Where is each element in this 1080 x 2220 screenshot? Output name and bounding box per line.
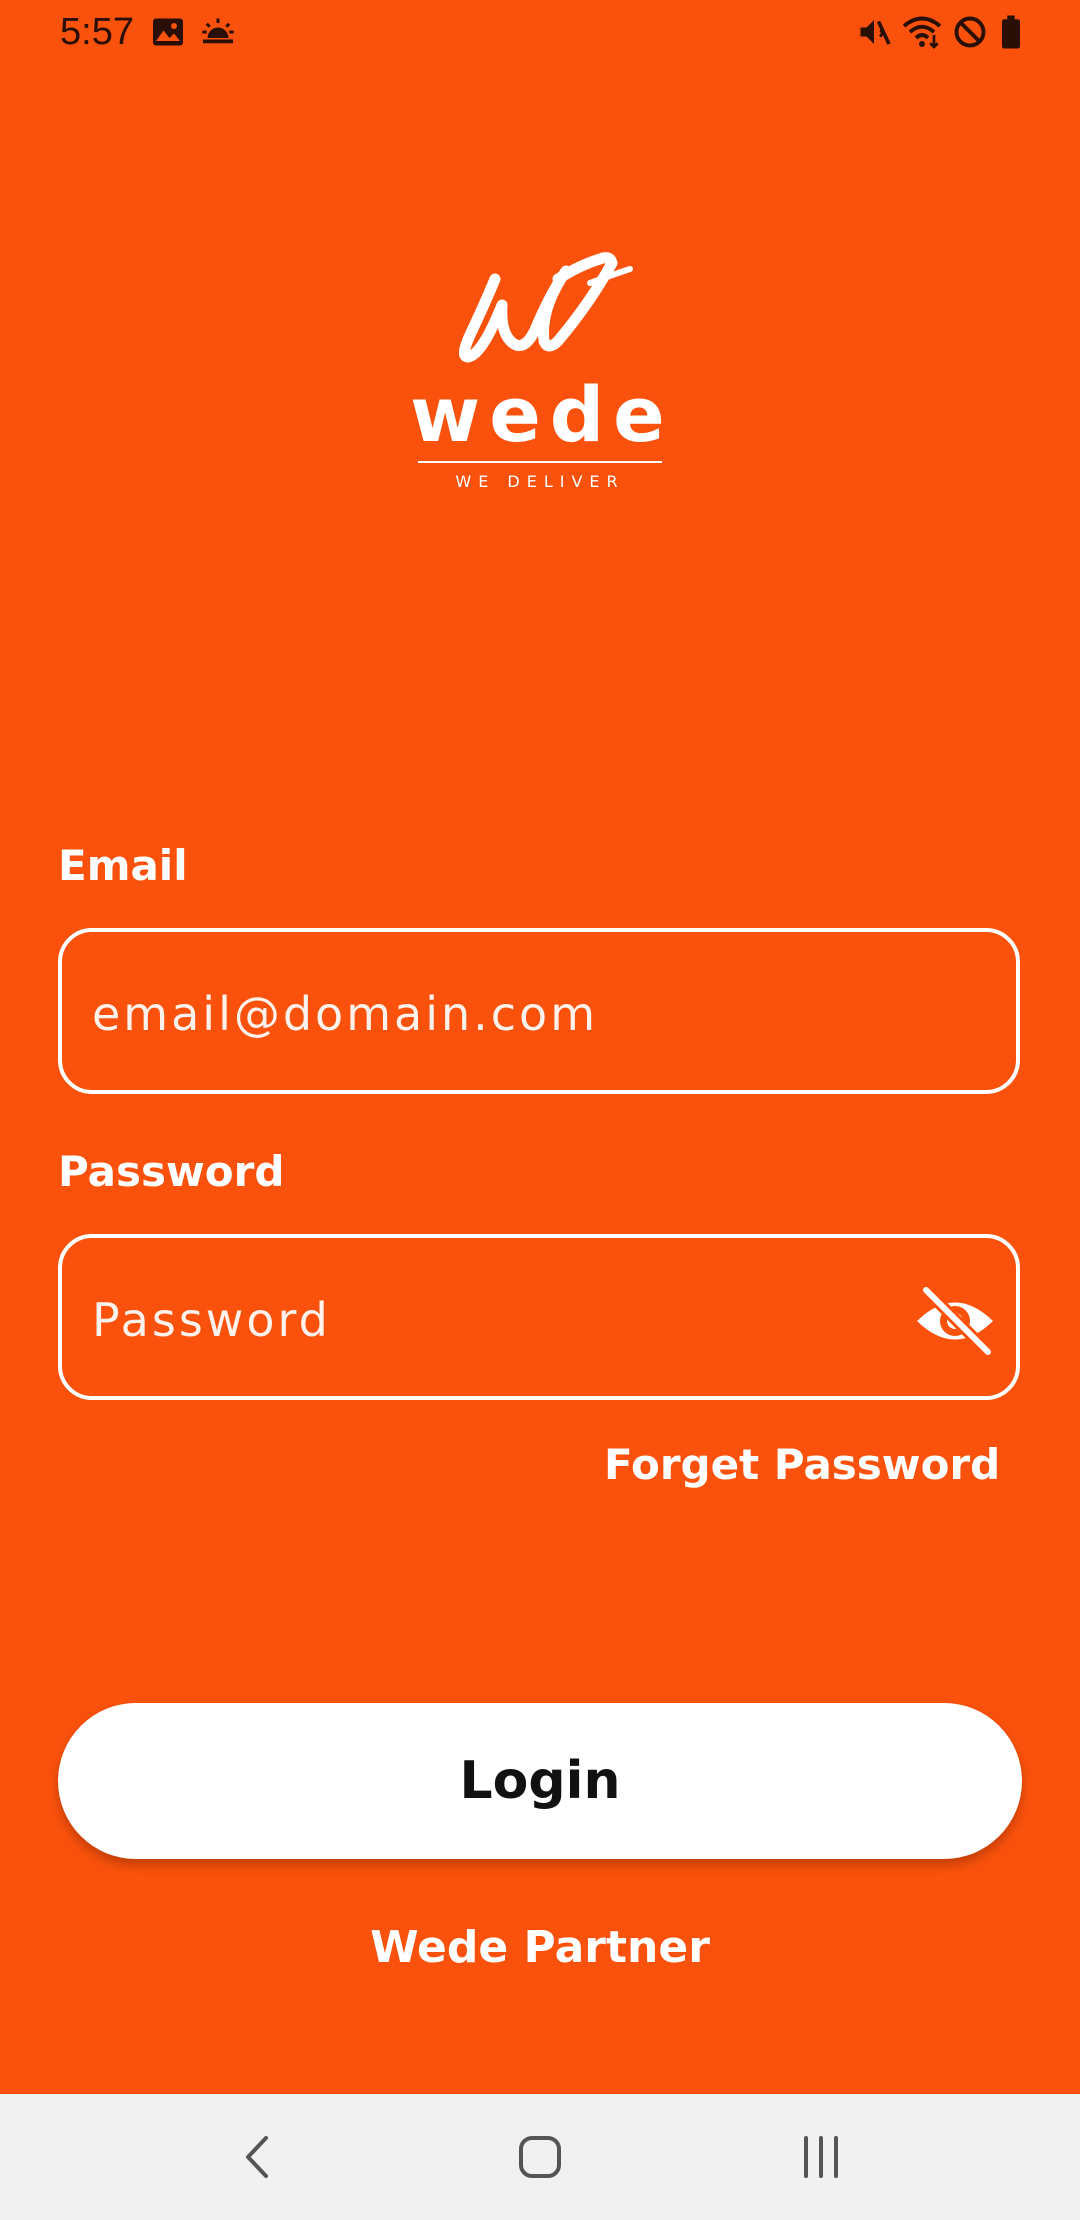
logo-wordmark: wede bbox=[410, 370, 674, 459]
back-icon[interactable] bbox=[226, 2124, 292, 2190]
status-time: 5:57 bbox=[60, 11, 134, 53]
battery-icon bbox=[998, 14, 1024, 50]
login-button[interactable]: Login bbox=[58, 1703, 1022, 1859]
logo-tagline: WE DELIVER bbox=[455, 472, 625, 491]
eye-off-icon[interactable] bbox=[914, 1286, 996, 1356]
weather-icon bbox=[200, 14, 236, 50]
mute-icon bbox=[856, 14, 892, 50]
recent-apps-icon[interactable] bbox=[788, 2124, 854, 2190]
password-placeholder: Password bbox=[92, 1293, 331, 1347]
gallery-icon bbox=[150, 14, 186, 50]
email-label: Email bbox=[58, 841, 188, 890]
navigation-bar bbox=[0, 2094, 1080, 2220]
status-bar: 5:57 bbox=[0, 0, 1080, 64]
forget-password-link[interactable]: Forget Password bbox=[604, 1438, 1000, 1492]
email-placeholder: email@domain.com bbox=[92, 987, 599, 1041]
login-screen: 5:57 wede WE DELIVER Email email@domain.… bbox=[0, 0, 1080, 2094]
script-w-icon bbox=[459, 252, 633, 363]
login-button-label: Login bbox=[459, 1751, 621, 1811]
do-not-disturb-icon bbox=[952, 14, 988, 50]
wifi-icon bbox=[902, 14, 942, 50]
email-field[interactable]: email@domain.com bbox=[58, 928, 1020, 1094]
home-icon[interactable] bbox=[507, 2124, 573, 2190]
logo-divider bbox=[418, 461, 662, 463]
password-field[interactable]: Password bbox=[58, 1234, 1020, 1400]
wede-partner-link[interactable]: Wede Partner bbox=[0, 1920, 1080, 1976]
wede-logo: wede WE DELIVER bbox=[410, 245, 670, 495]
password-label: Password bbox=[58, 1147, 285, 1196]
